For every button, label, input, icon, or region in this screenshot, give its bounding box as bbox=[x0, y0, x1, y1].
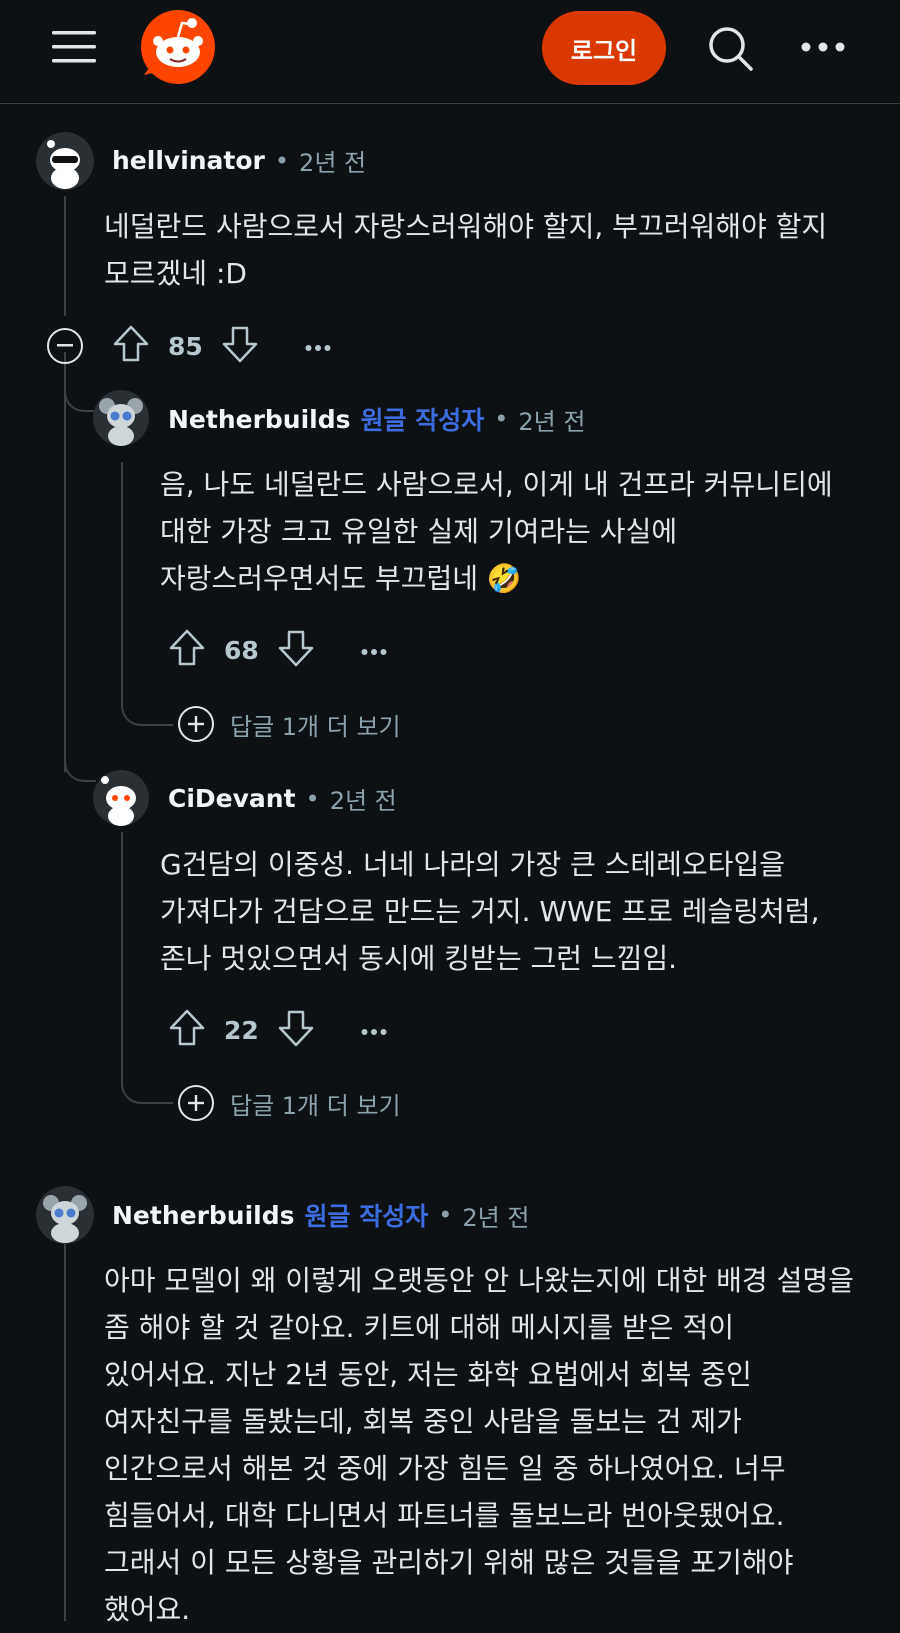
avatar[interactable] bbox=[93, 770, 149, 826]
comment-more-icon[interactable] bbox=[305, 337, 331, 356]
more-replies-label: 답글 1개 더 보기 bbox=[230, 1091, 401, 1120]
search-icon[interactable] bbox=[706, 24, 754, 72]
timestamp[interactable]: 2년 전 bbox=[518, 402, 585, 437]
op-badge: 원글 작성자 bbox=[304, 1202, 429, 1231]
login-button[interactable]: 로그인 bbox=[542, 11, 666, 85]
thread-line bbox=[121, 462, 123, 662]
upvote-icon[interactable] bbox=[168, 628, 206, 672]
vote-bar: 22 bbox=[168, 1008, 387, 1052]
thread-connector bbox=[121, 640, 173, 726]
avatar[interactable] bbox=[36, 132, 94, 190]
comment-header: Netherbuilds 원글 작성자 • 2년 전 bbox=[168, 401, 585, 437]
downvote-icon[interactable] bbox=[221, 324, 259, 368]
upvote-icon[interactable] bbox=[112, 324, 150, 368]
comment-body: 음, 나도 네덜란드 사람으로서, 이게 내 건프라 커뮤니티에 대한 가장 크… bbox=[160, 468, 833, 595]
timestamp[interactable]: 2년 전 bbox=[299, 143, 366, 178]
downvote-icon[interactable] bbox=[277, 628, 315, 672]
vote-bar: 68 bbox=[168, 628, 387, 672]
reddit-logo-icon[interactable] bbox=[140, 9, 216, 85]
comment-body: G건담의 이중성. 너네 나라의 가장 큰 스테레오타입을 가져다가 건담으로 … bbox=[160, 848, 820, 975]
username[interactable]: Netherbuilds bbox=[168, 405, 351, 434]
username[interactable]: hellvinator bbox=[112, 146, 265, 175]
collapse-thread-button[interactable] bbox=[47, 328, 83, 364]
minus-icon bbox=[57, 344, 73, 347]
downvote-icon[interactable] bbox=[277, 1008, 315, 1052]
separator-dot: • bbox=[438, 1201, 453, 1229]
more-options-icon[interactable] bbox=[800, 36, 846, 58]
thread-connector bbox=[64, 360, 96, 412]
username[interactable]: CiDevant bbox=[168, 784, 296, 813]
plus-circle-icon bbox=[178, 1085, 214, 1121]
vote-count: 68 bbox=[224, 635, 259, 665]
op-badge: 원글 작성자 bbox=[360, 406, 485, 435]
top-header: 로그인 bbox=[0, 0, 900, 104]
vote-count: 22 bbox=[224, 1015, 259, 1045]
separator-dot: • bbox=[494, 405, 509, 433]
vote-bar: 85 bbox=[112, 324, 331, 368]
thread-line bbox=[121, 832, 123, 1032]
thread-line bbox=[64, 352, 66, 772]
comment-body: 네덜란드 사람으로서 자랑스러워해야 할지, 부끄러워해야 할지 모르겠네 :D bbox=[104, 210, 828, 290]
comment-more-icon[interactable] bbox=[361, 1021, 387, 1040]
thread-connector bbox=[121, 1010, 173, 1104]
thread-connector bbox=[64, 740, 96, 782]
comment-body: 아마 모델이 왜 이렇게 오랫동안 안 나왔는지에 대한 배경 설명을 좀 해야… bbox=[104, 1264, 854, 1626]
timestamp[interactable]: 2년 전 bbox=[330, 781, 397, 816]
thread-line bbox=[64, 1240, 66, 1621]
comment-more-icon[interactable] bbox=[361, 641, 387, 660]
timestamp[interactable]: 2년 전 bbox=[462, 1198, 529, 1233]
separator-dot: • bbox=[274, 146, 290, 175]
vote-count: 85 bbox=[168, 331, 203, 361]
upvote-icon[interactable] bbox=[168, 1008, 206, 1052]
more-replies-label: 답글 1개 더 보기 bbox=[230, 712, 401, 741]
comment-header: CiDevant • 2년 전 bbox=[168, 781, 397, 816]
avatar[interactable] bbox=[36, 1186, 94, 1244]
more-replies-link[interactable]: 답글 1개 더 보기 bbox=[178, 1085, 401, 1121]
more-replies-link[interactable]: 답글 1개 더 보기 bbox=[178, 706, 401, 742]
separator-dot: • bbox=[305, 784, 320, 813]
comment-header: hellvinator • 2년 전 bbox=[112, 143, 366, 178]
hamburger-icon[interactable] bbox=[52, 27, 96, 67]
comment-header: Netherbuilds 원글 작성자 • 2년 전 bbox=[112, 1197, 529, 1233]
plus-circle-icon bbox=[178, 706, 214, 742]
thread-line bbox=[64, 196, 66, 316]
avatar[interactable] bbox=[93, 390, 149, 446]
username[interactable]: Netherbuilds bbox=[112, 1201, 295, 1230]
